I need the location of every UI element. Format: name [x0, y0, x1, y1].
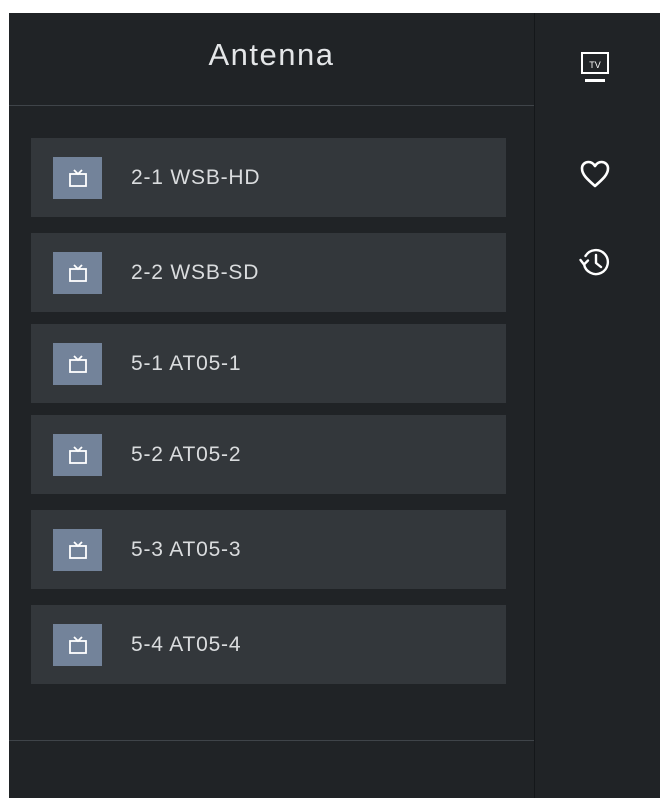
- tv-source-button[interactable]: TV: [575, 48, 615, 88]
- panel-header: Antenna: [9, 13, 534, 106]
- tv-icon: [53, 342, 102, 385]
- footer-divider: [9, 740, 534, 741]
- heart-icon: [580, 160, 610, 188]
- history-icon: [579, 248, 610, 276]
- channel-label: 5-1 AT05-1: [131, 351, 242, 375]
- channel-label: 2-2 WSB-SD: [131, 260, 260, 284]
- channel-item-2-1[interactable]: 2-1 WSB-HD: [31, 138, 506, 217]
- tv-icon: [53, 433, 102, 476]
- tv-icon: [53, 156, 102, 199]
- channel-item-5-4[interactable]: 5-4 AT05-4: [31, 605, 506, 684]
- tv-icon: [53, 528, 102, 571]
- tv-icon: TV: [581, 52, 609, 82]
- channel-item-5-2[interactable]: 5-2 AT05-2: [31, 415, 506, 494]
- channel-label: 2-1 WSB-HD: [131, 165, 261, 189]
- tv-icon-text: TV: [589, 60, 601, 70]
- tv-icon: [53, 251, 102, 294]
- side-rail: TV: [534, 13, 660, 798]
- channel-list-panel: Antenna 2-1 WSB-HD 2-2 WSB-SD 5-1 AT05-1: [9, 13, 660, 798]
- history-button[interactable]: [575, 242, 615, 282]
- tv-icon: [53, 623, 102, 666]
- favorites-button[interactable]: [575, 154, 615, 194]
- channel-label: 5-4 AT05-4: [131, 632, 242, 656]
- channel-item-5-1[interactable]: 5-1 AT05-1: [31, 324, 506, 403]
- channel-item-2-2[interactable]: 2-2 WSB-SD: [31, 233, 506, 312]
- channel-label: 5-2 AT05-2: [131, 442, 242, 466]
- channel-label: 5-3 AT05-3: [131, 537, 242, 561]
- channel-list-section: Antenna 2-1 WSB-HD 2-2 WSB-SD 5-1 AT05-1: [9, 13, 534, 798]
- channel-item-5-3[interactable]: 5-3 AT05-3: [31, 510, 506, 589]
- page-title: Antenna: [208, 37, 335, 72]
